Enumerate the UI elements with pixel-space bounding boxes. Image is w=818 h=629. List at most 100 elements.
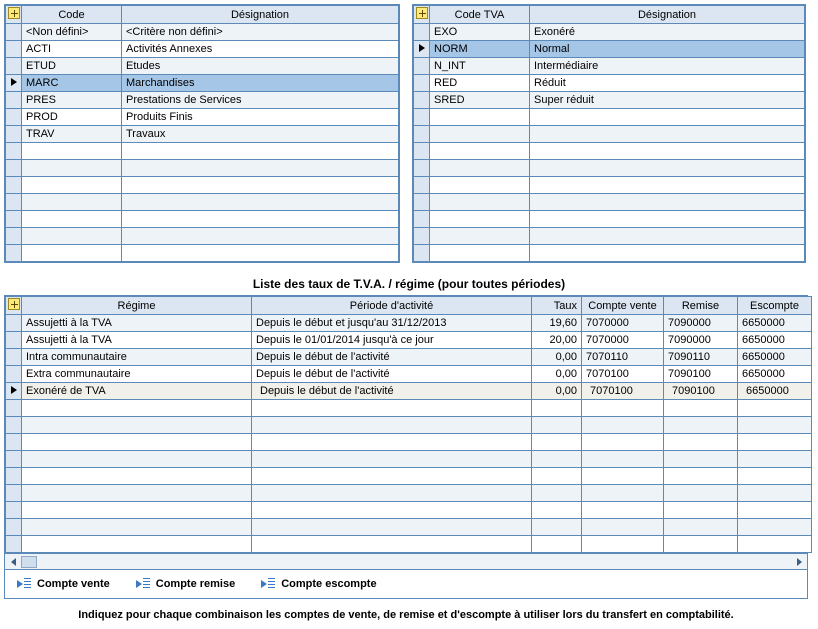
- cell-empty[interactable]: [664, 502, 738, 519]
- table-row-empty[interactable]: [6, 434, 812, 451]
- cell-empty[interactable]: [582, 485, 664, 502]
- tva-table[interactable]: Code TVA Désignation EXOExonéréNORMNorma…: [413, 5, 805, 262]
- cell-empty[interactable]: [430, 245, 530, 262]
- cell-empty[interactable]: [738, 400, 812, 417]
- cell-empty[interactable]: [22, 400, 252, 417]
- table-row[interactable]: ACTIActivités Annexes: [6, 41, 399, 58]
- table-row[interactable]: ETUDEtudes: [6, 58, 399, 75]
- cell-empty[interactable]: [664, 434, 738, 451]
- cell-empty[interactable]: [582, 434, 664, 451]
- cell-empty[interactable]: [122, 160, 399, 177]
- table-row[interactable]: PRESPrestations de Services: [6, 92, 399, 109]
- cell-empty[interactable]: [664, 417, 738, 434]
- cell-code[interactable]: TRAV: [22, 126, 122, 143]
- cell-empty[interactable]: [22, 434, 252, 451]
- col-header-compte-vente[interactable]: Compte vente: [582, 297, 664, 315]
- cell-empty[interactable]: [582, 468, 664, 485]
- cell-empty[interactable]: [22, 451, 252, 468]
- cell-empty[interactable]: [738, 536, 812, 553]
- table-row-empty[interactable]: [6, 536, 812, 553]
- cell-code[interactable]: NORM: [430, 41, 530, 58]
- table-row-empty[interactable]: [6, 485, 812, 502]
- cell-code[interactable]: PROD: [22, 109, 122, 126]
- cell-empty[interactable]: [122, 143, 399, 160]
- cell-empty[interactable]: [122, 194, 399, 211]
- cell-empty[interactable]: [252, 519, 532, 536]
- cell-taux[interactable]: 0,00: [532, 383, 582, 400]
- cell-empty[interactable]: [582, 417, 664, 434]
- table-row-empty[interactable]: [6, 400, 812, 417]
- cell-periode[interactable]: Depuis le début de l'activité: [252, 383, 532, 400]
- cell-regime[interactable]: Exonéré de TVA: [22, 383, 252, 400]
- cell-empty[interactable]: [430, 211, 530, 228]
- cell-empty[interactable]: [532, 519, 582, 536]
- cell-empty[interactable]: [530, 109, 805, 126]
- cell-code[interactable]: RED: [430, 75, 530, 92]
- cell-empty[interactable]: [664, 451, 738, 468]
- table-row[interactable]: Extra communautaireDepuis le début de l'…: [6, 366, 812, 383]
- cell-empty[interactable]: [532, 417, 582, 434]
- cell-taux[interactable]: 0,00: [532, 366, 582, 383]
- cell-escompte[interactable]: 6650000: [738, 315, 812, 332]
- cell-empty[interactable]: [430, 160, 530, 177]
- table-row[interactable]: Assujetti à la TVADepuis le début et jus…: [6, 315, 812, 332]
- cell-code[interactable]: PRES: [22, 92, 122, 109]
- col-header-escompte[interactable]: Escompte: [738, 297, 812, 315]
- table-row-empty[interactable]: [414, 245, 805, 262]
- table-row-empty[interactable]: [414, 143, 805, 160]
- cell-empty[interactable]: [22, 417, 252, 434]
- horizontal-scrollbar[interactable]: [4, 554, 808, 570]
- cell-empty[interactable]: [22, 228, 122, 245]
- cell-empty[interactable]: [582, 502, 664, 519]
- compte-escompte-button[interactable]: Compte escompte: [257, 576, 380, 592]
- cell-empty[interactable]: [22, 468, 252, 485]
- table-row[interactable]: EXOExonéré: [414, 24, 805, 41]
- table-row[interactable]: Assujetti à la TVADepuis le 01/01/2014 j…: [6, 332, 812, 349]
- col-header-periode[interactable]: Période d'activité: [252, 297, 532, 315]
- cell-compte-vente[interactable]: 7070110: [582, 349, 664, 366]
- cell-designation[interactable]: Travaux: [122, 126, 399, 143]
- cell-empty[interactable]: [532, 434, 582, 451]
- table-row-empty[interactable]: [6, 417, 812, 434]
- cell-empty[interactable]: [22, 485, 252, 502]
- cell-empty[interactable]: [252, 434, 532, 451]
- table-row-empty[interactable]: [6, 228, 399, 245]
- col-header-code-tva[interactable]: Code TVA: [430, 6, 530, 24]
- table-row-empty[interactable]: [6, 519, 812, 536]
- cell-empty[interactable]: [664, 400, 738, 417]
- cell-empty[interactable]: [22, 245, 122, 262]
- cell-empty[interactable]: [738, 417, 812, 434]
- table-row[interactable]: Exonéré de TVADepuis le début de l'activ…: [6, 383, 812, 400]
- cell-escompte[interactable]: 6650000: [738, 366, 812, 383]
- cell-empty[interactable]: [430, 126, 530, 143]
- cell-empty[interactable]: [22, 194, 122, 211]
- cell-empty[interactable]: [252, 502, 532, 519]
- cell-empty[interactable]: [122, 177, 399, 194]
- cell-empty[interactable]: [532, 400, 582, 417]
- scroll-left-button[interactable]: [5, 555, 21, 569]
- cell-designation[interactable]: Produits Finis: [122, 109, 399, 126]
- cell-empty[interactable]: [664, 519, 738, 536]
- scroll-thumb[interactable]: [21, 556, 37, 568]
- table-row-empty[interactable]: [6, 194, 399, 211]
- cell-empty[interactable]: [430, 194, 530, 211]
- cell-empty[interactable]: [532, 536, 582, 553]
- cell-empty[interactable]: [582, 519, 664, 536]
- cell-empty[interactable]: [252, 400, 532, 417]
- cell-empty[interactable]: [252, 485, 532, 502]
- cell-designation[interactable]: Exonéré: [530, 24, 805, 41]
- cell-empty[interactable]: [430, 109, 530, 126]
- cell-empty[interactable]: [582, 536, 664, 553]
- table-row-empty[interactable]: [6, 502, 812, 519]
- cell-empty[interactable]: [664, 536, 738, 553]
- cell-empty[interactable]: [530, 126, 805, 143]
- cell-empty[interactable]: [22, 177, 122, 194]
- cell-empty[interactable]: [430, 143, 530, 160]
- cell-remise[interactable]: 7090110: [664, 349, 738, 366]
- cell-designation[interactable]: Etudes: [122, 58, 399, 75]
- add-row-corner[interactable]: [414, 6, 430, 24]
- cell-compte-vente[interactable]: 7070100: [582, 383, 664, 400]
- cell-compte-vente[interactable]: 7070000: [582, 332, 664, 349]
- cell-remise[interactable]: 7090000: [664, 315, 738, 332]
- add-row-corner[interactable]: [6, 297, 22, 315]
